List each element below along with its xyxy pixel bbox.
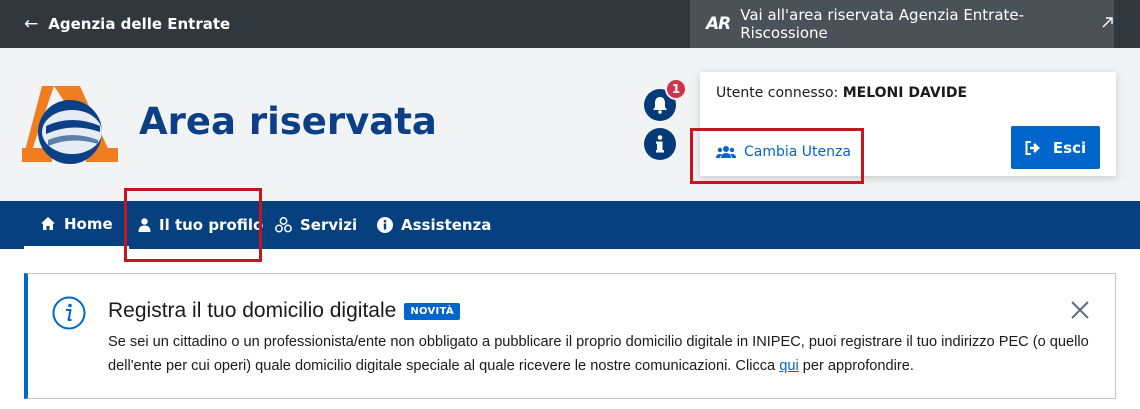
connected-user-name: MELONI DAVIDE xyxy=(842,85,968,101)
nav-item-home[interactable]: Home xyxy=(24,201,129,249)
ar-link-label: Vai all'area riservata Agenzia Entrate-R… xyxy=(740,6,1025,42)
nav-item-services-label: Servizi xyxy=(300,216,358,234)
alert-body-text: Se sei un cittadino o un professionista/… xyxy=(108,334,1089,374)
digital-domicile-alert: Registra il tuo domicilio digitale NOVIT… xyxy=(24,273,1116,399)
info-icon xyxy=(377,217,393,233)
alert-title-text: Registra il tuo domicilio digitale xyxy=(108,299,397,322)
nav-item-home-label: Home xyxy=(64,214,113,233)
page-title: Area riservata xyxy=(139,100,437,143)
back-link-label: Agenzia delle Entrate xyxy=(48,15,231,33)
info-button[interactable] xyxy=(644,128,676,160)
nav-item-services[interactable]: Servizi xyxy=(275,201,357,249)
bell-icon xyxy=(653,97,667,114)
agenzia-entrate-logo xyxy=(22,82,118,166)
header: Area riservata 1 Utente connesso: MELONI… xyxy=(0,48,1140,201)
alert-title: Registra il tuo domicilio digitale NOVIT… xyxy=(108,299,460,323)
connected-user-text: Utente connesso: MELONI DAVIDE xyxy=(716,85,967,101)
back-link[interactable]: ← Agenzia delle Entrate xyxy=(24,0,230,48)
logout-label: Esci xyxy=(1052,138,1087,157)
home-icon xyxy=(41,217,55,230)
connected-user-label: Utente connesso: xyxy=(716,85,839,101)
alert-body-tail: per approfondire. xyxy=(798,358,914,374)
close-icon xyxy=(1071,301,1089,319)
nav-item-assistance-label: Assistenza xyxy=(401,216,492,234)
notification-count-badge: 1 xyxy=(665,78,687,100)
alert-more-link[interactable]: qui xyxy=(779,358,798,374)
info-icon xyxy=(656,135,664,153)
info-circle-icon xyxy=(52,296,86,334)
top-bar: ← Agenzia delle Entrate AR Vai all'area … xyxy=(0,0,1140,48)
close-alert-button[interactable] xyxy=(1070,300,1090,324)
logout-icon xyxy=(1025,140,1040,155)
ar-logo: AR xyxy=(706,14,731,34)
arrow-left-icon: ← xyxy=(24,14,39,34)
ar-reserved-area-link[interactable]: AR Vai all'area riservata Agenzia Entrat… xyxy=(690,0,1114,48)
highlight-box-change-user xyxy=(690,128,864,184)
services-icon xyxy=(275,217,292,233)
logout-button[interactable]: Esci xyxy=(1011,126,1100,169)
nav-item-assistance[interactable]: Assistenza xyxy=(377,201,491,249)
highlight-box-profile xyxy=(124,188,262,262)
new-badge: NOVITÀ xyxy=(404,302,460,320)
external-link-icon xyxy=(1101,15,1114,33)
alert-body: Se sei un cittadino o un professionista/… xyxy=(108,330,1098,378)
